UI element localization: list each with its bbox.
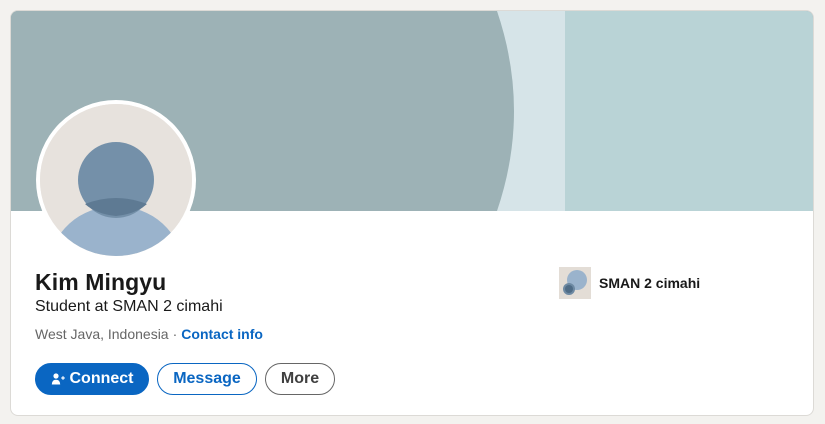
connect-button[interactable]: Connect bbox=[35, 363, 149, 395]
location-line: West Java, Indonesia · Contact info bbox=[35, 326, 263, 342]
school-name: SMAN 2 cimahi bbox=[599, 275, 701, 291]
profile-name: Kim Mingyu bbox=[35, 269, 167, 295]
connect-label: Connect bbox=[69, 370, 134, 387]
contact-info-link[interactable]: Contact info bbox=[181, 326, 263, 342]
location-text: West Java, Indonesia bbox=[35, 326, 169, 342]
default-avatar-icon bbox=[40, 104, 192, 256]
school-logo-placeholder-icon bbox=[559, 267, 591, 299]
message-button[interactable]: Message bbox=[157, 363, 257, 395]
profile-photo[interactable] bbox=[36, 100, 196, 260]
add-person-icon bbox=[51, 372, 65, 386]
profile-card: Kim Mingyu Student at SMAN 2 cimahi West… bbox=[10, 10, 814, 416]
action-buttons: Connect Message More bbox=[35, 363, 335, 395]
separator-dot: · bbox=[172, 326, 178, 342]
education-link[interactable]: SMAN 2 cimahi bbox=[559, 267, 700, 299]
more-button[interactable]: More bbox=[265, 363, 335, 395]
profile-headline: Student at SMAN 2 cimahi bbox=[35, 298, 223, 315]
